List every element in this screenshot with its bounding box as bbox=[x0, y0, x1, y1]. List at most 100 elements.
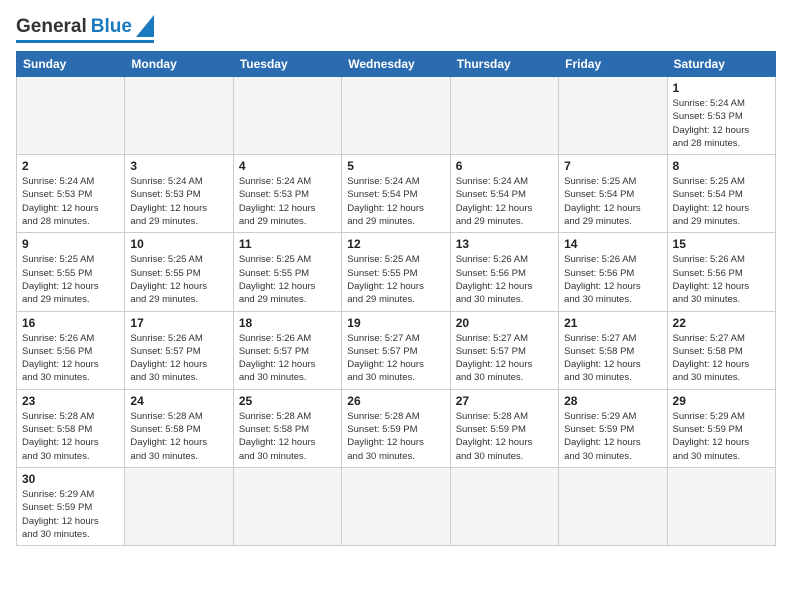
calendar-week-row: 23 Sunrise: 5:28 AM Sunset: 5:58 PM Dayli… bbox=[17, 389, 776, 467]
calendar-day-cell: 2 Sunrise: 5:24 AM Sunset: 5:53 PM Daylig… bbox=[17, 155, 125, 233]
day-number: 24 bbox=[130, 394, 227, 408]
day-info: Sunrise: 5:24 AM Sunset: 5:54 PM Dayligh… bbox=[347, 175, 444, 228]
day-info: Sunrise: 5:24 AM Sunset: 5:53 PM Dayligh… bbox=[130, 175, 227, 228]
calendar-day-cell: 22 Sunrise: 5:27 AM Sunset: 5:58 PM Dayli… bbox=[667, 311, 775, 389]
day-info: Sunrise: 5:29 AM Sunset: 5:59 PM Dayligh… bbox=[564, 410, 661, 463]
calendar-day-cell: 8Sunrise: 5:25 AM Sunset: 5:54 PM Daylig… bbox=[667, 155, 775, 233]
logo-triangle-icon bbox=[136, 15, 154, 37]
day-number: 12 bbox=[347, 237, 444, 251]
day-number: 5 bbox=[347, 159, 444, 173]
day-info: Sunrise: 5:29 AM Sunset: 5:59 PM Dayligh… bbox=[673, 410, 770, 463]
day-number: 22 bbox=[673, 316, 770, 330]
day-number: 3 bbox=[130, 159, 227, 173]
calendar-week-row: 16Sunrise: 5:26 AM Sunset: 5:56 PM Dayli… bbox=[17, 311, 776, 389]
day-number: 2 bbox=[22, 159, 119, 173]
day-info: Sunrise: 5:28 AM Sunset: 5:58 PM Dayligh… bbox=[22, 410, 119, 463]
day-info: Sunrise: 5:26 AM Sunset: 5:56 PM Dayligh… bbox=[564, 253, 661, 306]
day-number: 18 bbox=[239, 316, 336, 330]
calendar-day-cell: 30 Sunrise: 5:29 AM Sunset: 5:59 PM Dayli… bbox=[17, 467, 125, 545]
calendar-header-wednesday: Wednesday bbox=[342, 52, 450, 77]
calendar-day-cell bbox=[342, 77, 450, 155]
calendar-header-thursday: Thursday bbox=[450, 52, 558, 77]
day-number: 11 bbox=[239, 237, 336, 251]
calendar-day-cell bbox=[342, 467, 450, 545]
calendar-week-row: 9 Sunrise: 5:25 AM Sunset: 5:55 PM Daylig… bbox=[17, 233, 776, 311]
day-info: Sunrise: 5:28 AM Sunset: 5:59 PM Dayligh… bbox=[456, 410, 553, 463]
calendar-day-cell: 5 Sunrise: 5:24 AM Sunset: 5:54 PM Daylig… bbox=[342, 155, 450, 233]
calendar-week-row: 30 Sunrise: 5:29 AM Sunset: 5:59 PM Dayli… bbox=[17, 467, 776, 545]
calendar-day-cell: 16Sunrise: 5:26 AM Sunset: 5:56 PM Dayli… bbox=[17, 311, 125, 389]
calendar-day-cell: 19 Sunrise: 5:27 AM Sunset: 5:57 PM Dayli… bbox=[342, 311, 450, 389]
calendar-day-cell: 1Sunrise: 5:24 AM Sunset: 5:53 PM Daylig… bbox=[667, 77, 775, 155]
calendar-header-saturday: Saturday bbox=[667, 52, 775, 77]
day-number: 16 bbox=[22, 316, 119, 330]
calendar-day-cell: 27 Sunrise: 5:28 AM Sunset: 5:59 PM Dayli… bbox=[450, 389, 558, 467]
day-number: 27 bbox=[456, 394, 553, 408]
day-info: Sunrise: 5:24 AM Sunset: 5:54 PM Dayligh… bbox=[456, 175, 553, 228]
calendar-header-friday: Friday bbox=[559, 52, 667, 77]
day-number: 7 bbox=[564, 159, 661, 173]
day-number: 17 bbox=[130, 316, 227, 330]
day-info: Sunrise: 5:28 AM Sunset: 5:59 PM Dayligh… bbox=[347, 410, 444, 463]
logo: General Blue bbox=[16, 16, 154, 43]
calendar-day-cell bbox=[667, 467, 775, 545]
day-number: 21 bbox=[564, 316, 661, 330]
calendar-day-cell bbox=[125, 77, 233, 155]
day-number: 26 bbox=[347, 394, 444, 408]
calendar-day-cell: 13Sunrise: 5:26 AM Sunset: 5:56 PM Dayli… bbox=[450, 233, 558, 311]
day-number: 28 bbox=[564, 394, 661, 408]
day-info: Sunrise: 5:28 AM Sunset: 5:58 PM Dayligh… bbox=[239, 410, 336, 463]
day-number: 10 bbox=[130, 237, 227, 251]
day-info: Sunrise: 5:26 AM Sunset: 5:56 PM Dayligh… bbox=[673, 253, 770, 306]
calendar-day-cell: 6Sunrise: 5:24 AM Sunset: 5:54 PM Daylig… bbox=[450, 155, 558, 233]
calendar-header-row: SundayMondayTuesdayWednesdayThursdayFrid… bbox=[17, 52, 776, 77]
calendar-day-cell bbox=[450, 467, 558, 545]
calendar-day-cell: 7 Sunrise: 5:25 AM Sunset: 5:54 PM Daylig… bbox=[559, 155, 667, 233]
day-number: 23 bbox=[22, 394, 119, 408]
calendar-header-monday: Monday bbox=[125, 52, 233, 77]
calendar-week-row: 1Sunrise: 5:24 AM Sunset: 5:53 PM Daylig… bbox=[17, 77, 776, 155]
logo-blue-text: Blue bbox=[91, 16, 132, 38]
calendar-day-cell: 4Sunrise: 5:24 AM Sunset: 5:53 PM Daylig… bbox=[233, 155, 341, 233]
calendar-day-cell: 17 Sunrise: 5:26 AM Sunset: 5:57 PM Dayli… bbox=[125, 311, 233, 389]
day-info: Sunrise: 5:26 AM Sunset: 5:57 PM Dayligh… bbox=[130, 332, 227, 385]
calendar-day-cell: 26 Sunrise: 5:28 AM Sunset: 5:59 PM Dayli… bbox=[342, 389, 450, 467]
day-number: 15 bbox=[673, 237, 770, 251]
day-info: Sunrise: 5:25 AM Sunset: 5:55 PM Dayligh… bbox=[130, 253, 227, 306]
day-info: Sunrise: 5:24 AM Sunset: 5:53 PM Dayligh… bbox=[22, 175, 119, 228]
day-number: 9 bbox=[22, 237, 119, 251]
day-info: Sunrise: 5:27 AM Sunset: 5:58 PM Dayligh… bbox=[673, 332, 770, 385]
calendar-day-cell: 24Sunrise: 5:28 AM Sunset: 5:58 PM Dayli… bbox=[125, 389, 233, 467]
day-number: 29 bbox=[673, 394, 770, 408]
day-number: 20 bbox=[456, 316, 553, 330]
day-info: Sunrise: 5:29 AM Sunset: 5:59 PM Dayligh… bbox=[22, 488, 119, 541]
calendar-day-cell: 14 Sunrise: 5:26 AM Sunset: 5:56 PM Dayli… bbox=[559, 233, 667, 311]
day-info: Sunrise: 5:25 AM Sunset: 5:55 PM Dayligh… bbox=[239, 253, 336, 306]
calendar-header-tuesday: Tuesday bbox=[233, 52, 341, 77]
calendar-day-cell: 28 Sunrise: 5:29 AM Sunset: 5:59 PM Dayli… bbox=[559, 389, 667, 467]
day-number: 19 bbox=[347, 316, 444, 330]
day-number: 25 bbox=[239, 394, 336, 408]
logo-general-text: General bbox=[16, 16, 87, 38]
calendar-day-cell bbox=[450, 77, 558, 155]
day-number: 30 bbox=[22, 472, 119, 486]
calendar-day-cell: 29 Sunrise: 5:29 AM Sunset: 5:59 PM Dayli… bbox=[667, 389, 775, 467]
day-number: 8 bbox=[673, 159, 770, 173]
calendar-day-cell bbox=[125, 467, 233, 545]
day-info: Sunrise: 5:27 AM Sunset: 5:57 PM Dayligh… bbox=[347, 332, 444, 385]
calendar-day-cell: 12Sunrise: 5:25 AM Sunset: 5:55 PM Dayli… bbox=[342, 233, 450, 311]
day-info: Sunrise: 5:24 AM Sunset: 5:53 PM Dayligh… bbox=[673, 97, 770, 150]
calendar-week-row: 2 Sunrise: 5:24 AM Sunset: 5:53 PM Daylig… bbox=[17, 155, 776, 233]
calendar-day-cell bbox=[559, 77, 667, 155]
calendar-day-cell: 23 Sunrise: 5:28 AM Sunset: 5:58 PM Dayli… bbox=[17, 389, 125, 467]
calendar-day-cell: 11 Sunrise: 5:25 AM Sunset: 5:55 PM Dayli… bbox=[233, 233, 341, 311]
day-info: Sunrise: 5:25 AM Sunset: 5:55 PM Dayligh… bbox=[22, 253, 119, 306]
calendar-day-cell: 25 Sunrise: 5:28 AM Sunset: 5:58 PM Dayli… bbox=[233, 389, 341, 467]
day-number: 14 bbox=[564, 237, 661, 251]
day-info: Sunrise: 5:27 AM Sunset: 5:57 PM Dayligh… bbox=[456, 332, 553, 385]
day-number: 13 bbox=[456, 237, 553, 251]
calendar-day-cell: 18Sunrise: 5:26 AM Sunset: 5:57 PM Dayli… bbox=[233, 311, 341, 389]
calendar-day-cell: 9 Sunrise: 5:25 AM Sunset: 5:55 PM Daylig… bbox=[17, 233, 125, 311]
day-number: 4 bbox=[239, 159, 336, 173]
day-info: Sunrise: 5:25 AM Sunset: 5:54 PM Dayligh… bbox=[564, 175, 661, 228]
